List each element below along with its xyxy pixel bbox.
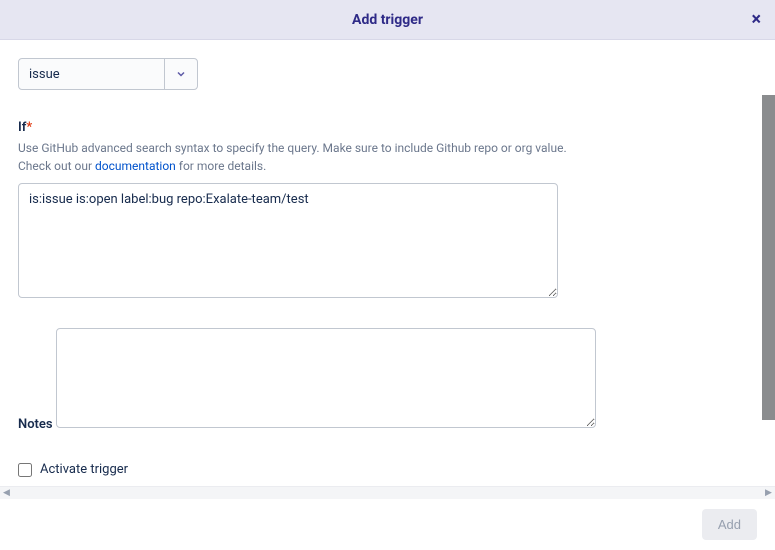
content-scroll-area[interactable]: issue If* Use GitHub advanced search syn…	[0, 40, 775, 486]
add-button[interactable]: Add	[702, 509, 757, 540]
activate-trigger-label[interactable]: Activate trigger	[40, 462, 128, 477]
if-help-suffix: for more details.	[176, 159, 266, 173]
if-label: If	[18, 120, 26, 135]
modal-header: Add trigger ×	[0, 0, 775, 40]
modal-title: Add trigger	[352, 12, 423, 28]
hscroll-track[interactable]	[13, 487, 762, 499]
content-wrapper: issue If* Use GitHub advanced search syn…	[0, 40, 775, 499]
chevron-down-icon	[165, 68, 197, 80]
modal-footer: Add	[0, 499, 775, 550]
close-icon[interactable]: ×	[751, 11, 761, 29]
notes-input[interactable]	[56, 328, 596, 428]
required-marker: *	[26, 120, 32, 135]
notes-field-block: Notes	[18, 328, 757, 436]
entity-type-select[interactable]: issue	[18, 58, 198, 90]
if-label-row: If*	[18, 120, 757, 139]
horizontal-scrollbar[interactable]: ◀ ▶	[0, 486, 775, 499]
scroll-right-icon[interactable]: ▶	[762, 487, 775, 499]
documentation-link[interactable]: documentation	[95, 159, 176, 173]
if-field-block: If* Use GitHub advanced search syntax to…	[18, 120, 757, 302]
notes-label: Notes	[18, 417, 53, 432]
if-query-input[interactable]	[18, 183, 558, 298]
if-help-text: Use GitHub advanced search syntax to spe…	[18, 139, 578, 175]
modal-content: issue If* Use GitHub advanced search syn…	[0, 40, 775, 486]
entity-type-value: issue	[19, 67, 164, 82]
activate-trigger-checkbox[interactable]	[18, 463, 32, 477]
activate-trigger-row: Activate trigger	[18, 462, 757, 477]
scroll-left-icon[interactable]: ◀	[0, 487, 13, 499]
